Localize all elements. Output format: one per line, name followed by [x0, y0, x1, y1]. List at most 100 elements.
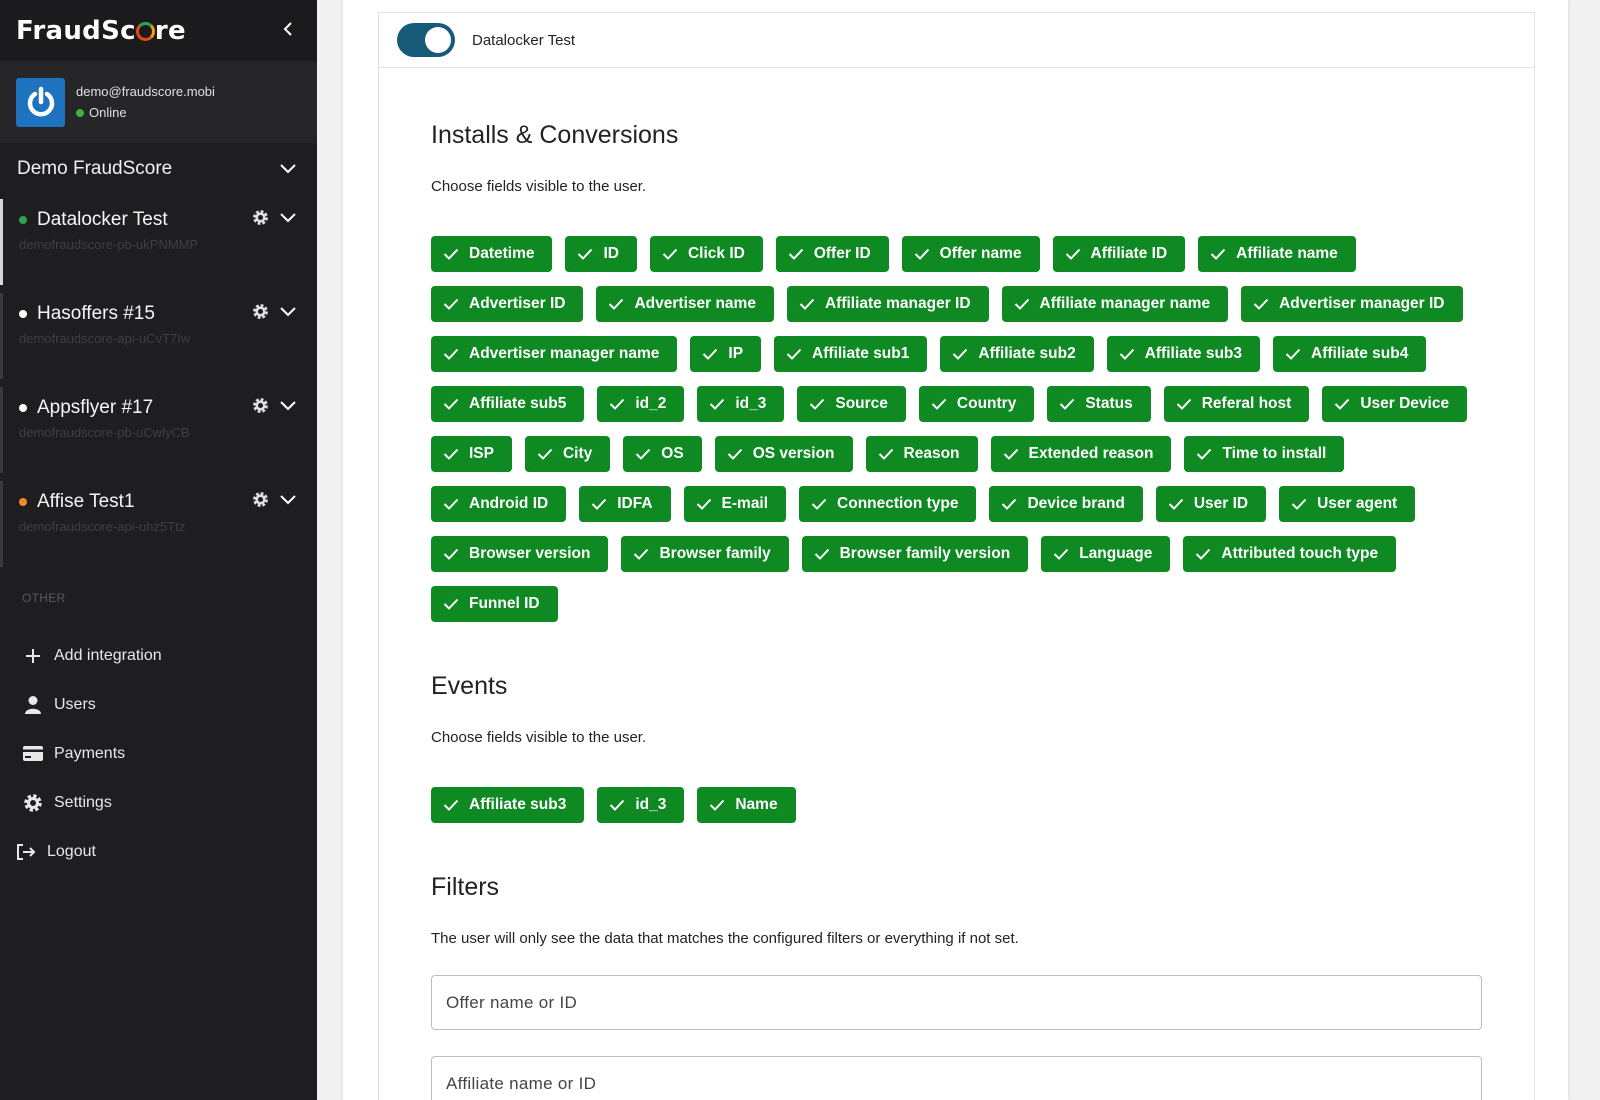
integration-indicator-bar [0, 199, 3, 285]
field-chip-id-3[interactable]: id_3 [697, 386, 785, 422]
field-chip-offer-name[interactable]: Offer name [901, 236, 1040, 272]
check-icon [1210, 248, 1226, 260]
check-icon [608, 298, 624, 310]
integration-status-dot-icon [19, 498, 27, 506]
nav-payments[interactable]: Payments [0, 729, 317, 778]
field-chip-affiliate-id[interactable]: Affiliate ID [1052, 236, 1186, 272]
field-chip-status[interactable]: Status [1047, 386, 1151, 422]
chip-label: Name [735, 796, 778, 813]
datalocker-toggle[interactable] [397, 23, 455, 57]
field-chip-connection-type[interactable]: Connection type [799, 486, 977, 522]
field-chip-funnel-id[interactable]: Funnel ID [431, 586, 558, 622]
field-chip-referal-host[interactable]: Referal host [1163, 386, 1310, 422]
integration-expand-chevron-down-icon[interactable] [279, 399, 297, 417]
nav-payments-label: Payments [54, 744, 126, 762]
field-chip-android-id[interactable]: Android ID [431, 486, 567, 522]
field-chip-device-brand[interactable]: Device brand [989, 486, 1143, 522]
field-chip-offer-id[interactable]: Offer ID [775, 236, 889, 272]
field-chip-country[interactable]: Country [918, 386, 1035, 422]
offer-filter-input[interactable] [446, 992, 1481, 1013]
integration-item-datalocker-test[interactable]: Datalocker Test demofraudscore-pb-ukPNMMP [0, 195, 317, 289]
nav-settings[interactable]: Settings [0, 778, 317, 827]
chip-label: Referal host [1201, 395, 1292, 412]
check-icon [709, 398, 725, 410]
nav-users[interactable]: Users [0, 680, 317, 729]
integration-settings-gear-icon[interactable] [252, 491, 269, 513]
integration-settings-gear-icon[interactable] [252, 303, 269, 325]
field-chip-extended-reason[interactable]: Extended reason [990, 436, 1172, 472]
field-chip-reason[interactable]: Reason [865, 436, 978, 472]
chip-label: City [562, 445, 593, 462]
field-chip-datetime[interactable]: Datetime [431, 236, 553, 272]
integration-item-affise-test1[interactable]: Affise Test1 demofraudscore-api-uhz5Ttz [0, 477, 317, 571]
integration-settings-gear-icon[interactable] [252, 397, 269, 419]
field-chip-os[interactable]: OS [623, 436, 702, 472]
field-chip-browser-family-version[interactable]: Browser family version [801, 536, 1029, 572]
field-chip-affiliate-manager-id[interactable]: Affiliate manager ID [786, 286, 989, 322]
installs-section-title: Installs & Conversions [431, 121, 679, 149]
check-icon [1334, 398, 1350, 410]
field-chip-idfa[interactable]: IDFA [579, 486, 671, 522]
field-chip-affiliate-name[interactable]: Affiliate name [1198, 236, 1356, 272]
check-icon [931, 398, 947, 410]
field-chip-advertiser-manager-id[interactable]: Advertiser manager ID [1241, 286, 1463, 322]
field-chip-browser-family[interactable]: Browser family [621, 536, 789, 572]
field-chip-affiliate-sub2[interactable]: Affiliate sub2 [940, 336, 1094, 372]
brand-logo-start: FraudSc [16, 15, 136, 46]
field-chip-id[interactable]: ID [565, 236, 637, 272]
integration-expand-chevron-down-icon[interactable] [279, 305, 297, 323]
field-chip-click-id[interactable]: Click ID [649, 236, 763, 272]
field-chip-os-version[interactable]: OS version [714, 436, 853, 472]
check-icon [952, 348, 968, 360]
nav-logout[interactable]: Logout [0, 827, 317, 876]
field-chip-affiliate-sub4[interactable]: Affiliate sub4 [1273, 336, 1427, 372]
field-chip-user-agent[interactable]: User agent [1279, 486, 1416, 522]
integration-item-hasoffers-15[interactable]: Hasoffers #15 demofraudscore-api-uCvT7Iw [0, 289, 317, 383]
field-chip-advertiser-id[interactable]: Advertiser ID [431, 286, 584, 322]
field-chip-affiliate-sub3[interactable]: Affiliate sub3 [1106, 336, 1261, 372]
chip-label: Advertiser manager ID [1279, 295, 1445, 312]
nav-add-integration-label: Add integration [54, 646, 162, 664]
field-chip-e-mail[interactable]: E-mail [683, 486, 787, 522]
field-chip-advertiser-name[interactable]: Advertiser name [596, 286, 774, 322]
field-chip-affiliate-manager-name[interactable]: Affiliate manager name [1001, 286, 1229, 322]
avatar[interactable] [16, 77, 65, 127]
field-chip-source[interactable]: Source [797, 386, 906, 422]
field-chip-affiliate-sub1[interactable]: Affiliate sub1 [774, 336, 928, 372]
integration-item-appsflyer-17[interactable]: Appsflyer #17 demofraudscore-pb-uCwlyCB [0, 383, 317, 477]
field-chip-isp[interactable]: ISP [431, 436, 512, 472]
field-chip-affiliate-sub5[interactable]: Affiliate sub5 [431, 386, 585, 422]
field-chip-name[interactable]: Name [697, 787, 796, 823]
integration-list: Datalocker Test demofraudscore-pb-ukPNMMP… [0, 195, 317, 571]
chip-label: Offer name [939, 245, 1022, 262]
field-chip-time-to-install[interactable]: Time to install [1184, 436, 1345, 472]
integration-actions [252, 303, 297, 325]
company-selector[interactable]: Demo FraudScore [0, 143, 317, 195]
nav-add-integration[interactable]: Add integration [0, 631, 317, 680]
field-chip-browser-version[interactable]: Browser version [431, 536, 609, 572]
chip-label: Affiliate sub2 [978, 345, 1076, 362]
field-chip-id-3[interactable]: id_3 [597, 787, 685, 823]
field-chip-attributed-touch-type[interactable]: Attributed touch type [1183, 536, 1397, 572]
check-icon [1176, 398, 1192, 410]
field-chip-language[interactable]: Language [1041, 536, 1171, 572]
field-chip-city[interactable]: City [524, 436, 611, 472]
check-icon [1195, 548, 1211, 560]
field-chip-user-id[interactable]: User ID [1155, 486, 1267, 522]
field-chip-id-2[interactable]: id_2 [597, 386, 685, 422]
field-chip-ip[interactable]: IP [690, 336, 762, 372]
affiliate-filter-input[interactable] [446, 1073, 1481, 1094]
field-chip-user-device[interactable]: User Device [1322, 386, 1468, 422]
integration-expand-chevron-down-icon[interactable] [279, 493, 297, 511]
integration-settings-gear-icon[interactable] [252, 209, 269, 231]
integration-indicator-bar [0, 293, 3, 379]
panel-content: Installs & Conversions Choose fields vis… [379, 121, 1534, 1100]
field-chip-advertiser-manager-name[interactable]: Advertiser manager name [431, 336, 678, 372]
check-icon [709, 799, 725, 811]
integration-expand-chevron-down-icon[interactable] [279, 211, 297, 229]
check-icon [1253, 298, 1269, 310]
brand-logo[interactable]: FraudSc re [16, 16, 186, 46]
collapse-sidebar-button[interactable] [281, 18, 295, 44]
field-chip-affiliate-sub3[interactable]: Affiliate sub3 [431, 787, 585, 823]
chip-label: Browser version [469, 545, 591, 562]
